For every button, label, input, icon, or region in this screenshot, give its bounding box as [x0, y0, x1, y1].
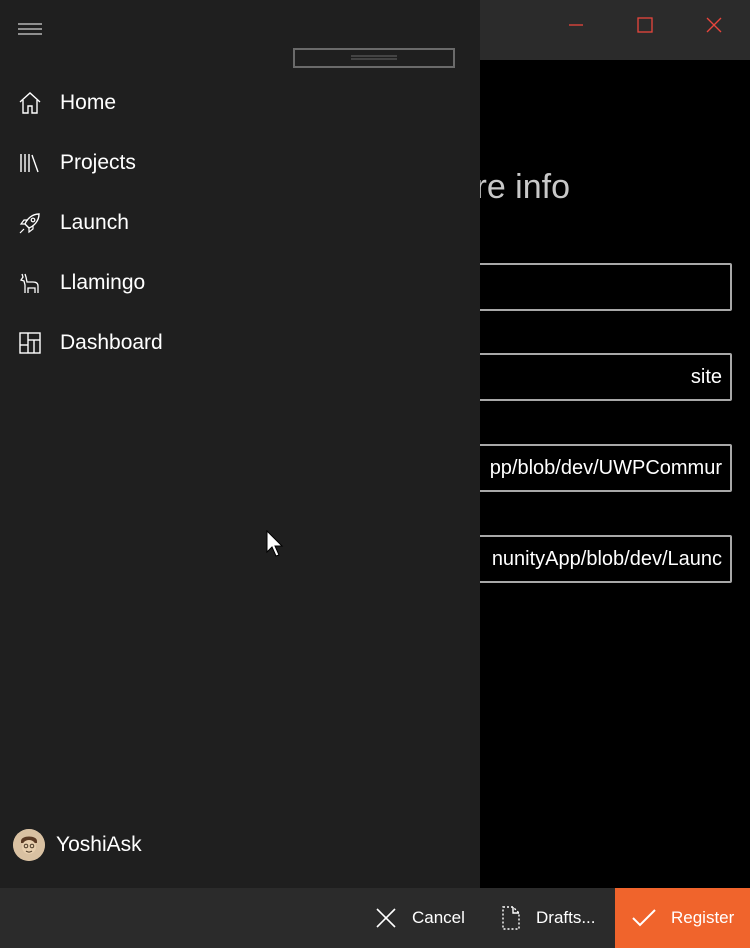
cancel-button[interactable]: Cancel	[374, 888, 465, 948]
drag-handle[interactable]	[293, 48, 455, 68]
mouse-cursor-icon	[266, 530, 284, 557]
navigation-pane: Home Projects Launch Llamingo Dashboard …	[0, 0, 480, 888]
close-icon	[376, 908, 396, 928]
nav-item-dashboard-label: Dashboard	[60, 331, 163, 354]
home-icon	[0, 73, 60, 133]
minimize-icon	[569, 24, 583, 26]
llama-icon	[0, 253, 60, 313]
url-field-1-value: pp/blob/dev/UWPCommur	[489, 456, 722, 479]
nav-item-projects-label: Projects	[60, 151, 136, 174]
nav-item-home[interactable]: Home	[0, 73, 480, 133]
cancel-label: Cancel	[412, 908, 465, 927]
nav-item-llamingo-label: Llamingo	[60, 271, 146, 294]
maximize-icon	[637, 17, 653, 33]
url-field-2-value: nunityApp/blob/dev/Launc	[491, 547, 722, 570]
nav-item-llamingo[interactable]: Llamingo	[0, 253, 480, 313]
drafts-label: Drafts...	[536, 908, 596, 927]
hamburger-icon	[18, 23, 42, 35]
library-icon	[0, 133, 60, 193]
drafts-button[interactable]: Drafts...	[500, 888, 596, 948]
close-button[interactable]	[680, 0, 748, 50]
gripper-icon	[351, 55, 397, 60]
nav-item-launch-label: Launch	[60, 211, 129, 234]
rocket-icon	[0, 193, 60, 253]
command-bar: Cancel Drafts... Register	[0, 888, 750, 948]
nav-item-home-label: Home	[60, 91, 117, 114]
account-button[interactable]: YoshiAsk	[0, 816, 480, 874]
register-label: Register	[671, 908, 735, 927]
nav-item-dashboard[interactable]: Dashboard	[0, 313, 480, 373]
hamburger-menu-button[interactable]	[10, 14, 50, 44]
maximize-button[interactable]	[611, 0, 679, 50]
close-icon	[706, 17, 722, 33]
website-field-value: site	[690, 365, 722, 388]
dashboard-icon	[0, 313, 60, 373]
account-name: YoshiAsk	[56, 833, 142, 856]
avatar	[13, 829, 45, 861]
minimize-button[interactable]	[542, 0, 610, 50]
nav-item-projects[interactable]: Projects	[0, 133, 480, 193]
register-button[interactable]: Register	[615, 888, 750, 948]
document-icon	[502, 906, 520, 930]
nav-item-launch[interactable]: Launch	[0, 193, 480, 253]
checkmark-icon	[632, 909, 656, 927]
